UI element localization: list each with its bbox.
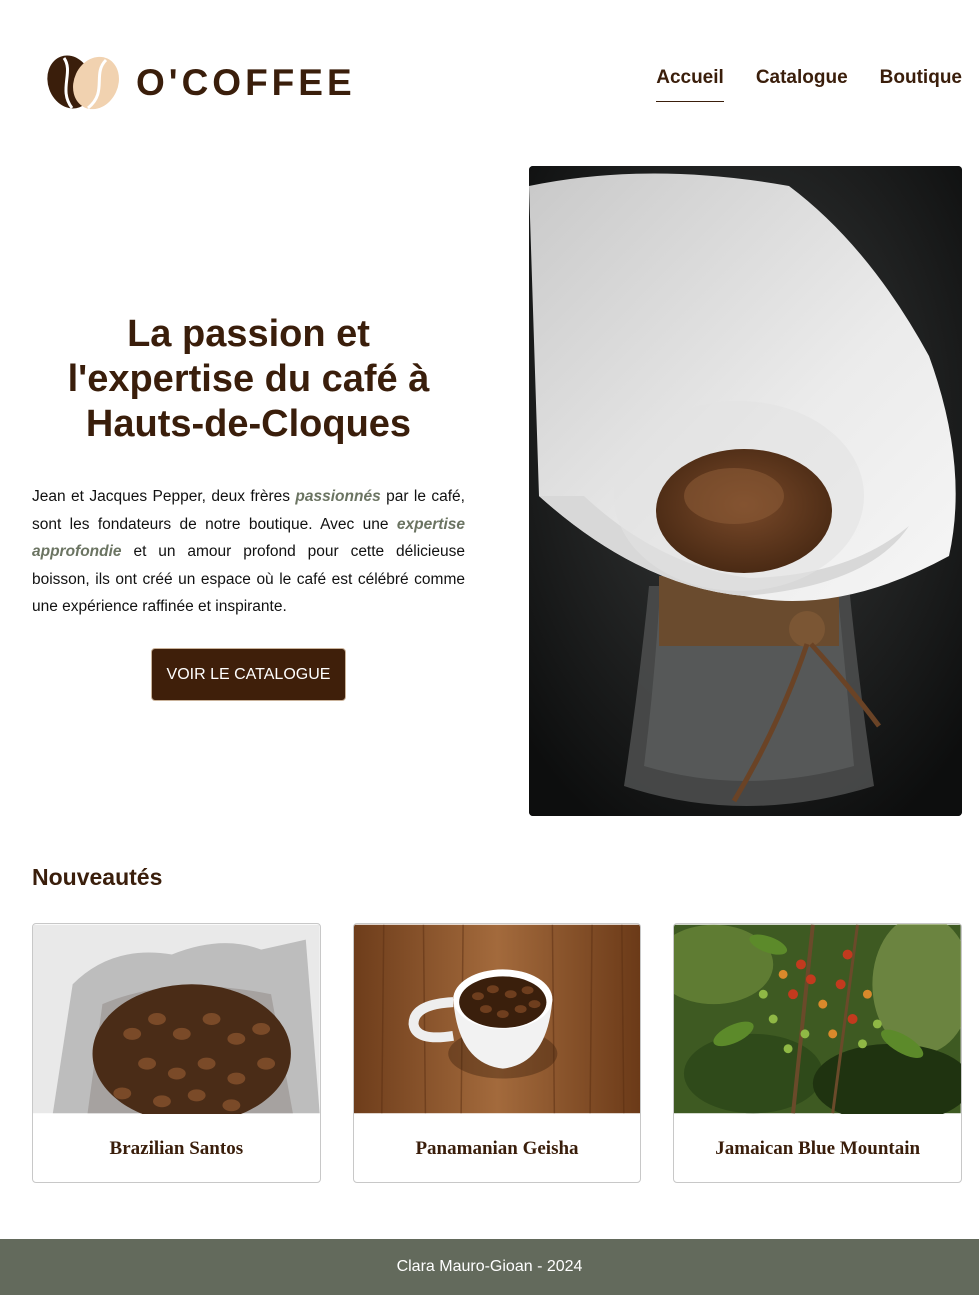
product-card-title: Jamaican Blue Mountain (715, 1138, 921, 1159)
brand-name: O'COFFEE (136, 61, 356, 103)
product-card[interactable]: Panamanian Geisha (352, 923, 642, 1183)
coffee-cup-photo-icon (353, 924, 641, 1114)
hero-description: Jean et Jacques Pepper, deux frères pass… (32, 483, 465, 621)
logo[interactable]: O'COFFEE (44, 52, 356, 112)
coffee-bean-logo-icon (47, 55, 119, 110)
nav-item-accueil[interactable]: Accueil (656, 67, 724, 102)
news-section-title: Nouveautés (32, 864, 163, 890)
main-nav: Accueil Catalogue Boutique (656, 67, 962, 102)
coffee-plant-photo-icon (674, 924, 962, 1114)
view-catalogue-button[interactable]: VOIR LE CATALOGUE (151, 648, 346, 701)
product-card-title: Brazilian Santos (109, 1138, 244, 1159)
hero-desc-text: Jean et Jacques Pepper, deux frères (32, 488, 296, 505)
coffee-filter-photo-icon (529, 166, 962, 816)
hero-image (529, 166, 962, 816)
hero-title: La passion et l'expertise du café à Haut… (67, 313, 430, 445)
product-card-title: Panamanian Geisha (415, 1138, 579, 1159)
product-card[interactable]: Brazilian Santos (32, 923, 321, 1183)
hero-desc-emphasis: passionnés (295, 488, 381, 505)
coffee-bag-photo-icon (33, 924, 320, 1114)
product-card[interactable]: Jamaican Blue Mountain (673, 923, 963, 1183)
site-header: O'COFFEE Accueil Catalogue Boutique (0, 0, 979, 150)
site-footer: Clara Mauro-Gioan - 2024 (0, 1239, 979, 1295)
footer-credit: Clara Mauro-Gioan - 2024 (396, 1258, 583, 1275)
hero-text: La passion et l'expertise du café à Haut… (32, 312, 465, 621)
nav-item-boutique[interactable]: Boutique (880, 67, 962, 102)
news-card-list: Brazilian Santos Panamanian Geisha Jamai… (32, 923, 963, 1183)
nav-item-catalogue[interactable]: Catalogue (756, 67, 848, 102)
